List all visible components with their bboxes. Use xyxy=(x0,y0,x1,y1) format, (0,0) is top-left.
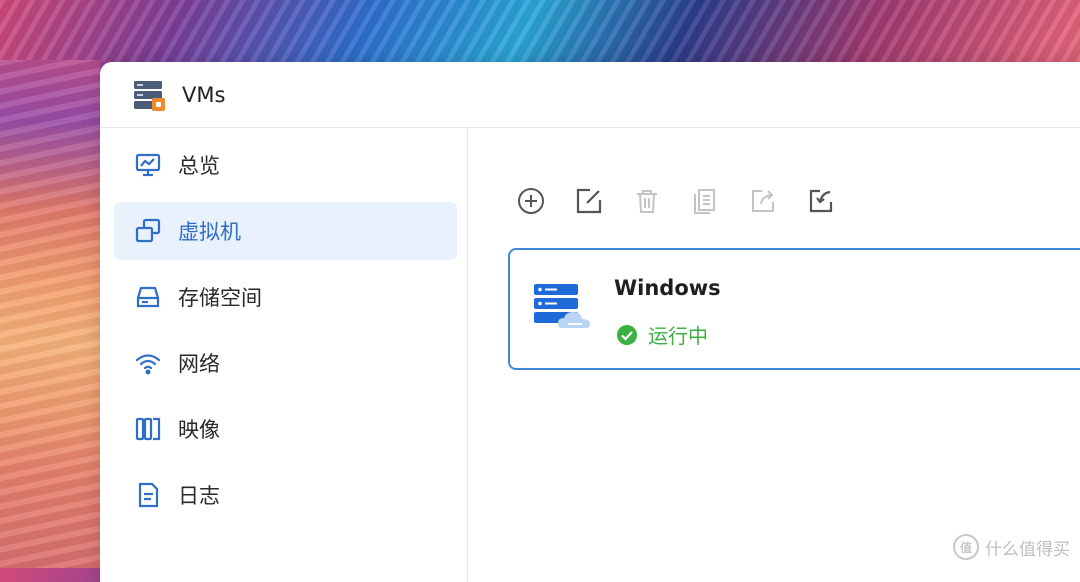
sidebar-item-label: 总览 xyxy=(178,154,220,178)
sidebar-item-label: 日志 xyxy=(178,484,220,508)
trash-icon xyxy=(637,190,657,213)
watermark-logo-icon: 值 xyxy=(953,534,979,560)
document-icon xyxy=(134,481,162,509)
add-circle-icon xyxy=(518,188,544,214)
add-vm-button[interactable] xyxy=(516,186,546,216)
wallpaper-left xyxy=(0,60,100,568)
vm-name: Windows xyxy=(614,276,721,300)
import-vm-button[interactable] xyxy=(806,186,836,216)
sidebar: 总览 虚拟机 存储空间 网络 映像 日志 xyxy=(100,128,468,582)
disk-drive-icon xyxy=(134,283,162,311)
import-icon xyxy=(809,189,833,213)
delete-vm-button[interactable] xyxy=(632,186,662,216)
check-circle-icon xyxy=(617,324,637,345)
sidebar-item-label: 存储空间 xyxy=(178,286,262,310)
sidebar-item-overview[interactable]: 总览 xyxy=(114,136,457,194)
wallpaper-top xyxy=(0,0,1080,62)
monitor-chart-icon xyxy=(134,151,162,179)
vm-status: 运行中 xyxy=(616,320,708,349)
vm-app-icon xyxy=(134,80,165,111)
status-text: 运行中 xyxy=(648,324,708,348)
watermark-text: 什么值得买 xyxy=(985,539,1070,560)
sidebar-item-label: 映像 xyxy=(178,418,220,442)
sidebar-item-label: 虚拟机 xyxy=(178,220,241,244)
image-layers-icon xyxy=(134,415,162,443)
toolbar xyxy=(516,186,864,216)
sidebar-item-network[interactable]: 网络 xyxy=(114,334,457,392)
sidebar-item-vms[interactable]: 虚拟机 xyxy=(114,202,457,260)
titlebar: VMs xyxy=(100,62,1080,128)
watermark: 值 什么值得买 xyxy=(953,534,1070,560)
export-icon xyxy=(752,190,774,212)
edit-icon xyxy=(576,188,602,214)
sidebar-item-storage[interactable]: 存储空间 xyxy=(114,268,457,326)
vms-app-window: VMs 总览 虚拟机 存储空间 网络 映像 日志 Windows 运行中 xyxy=(100,62,1080,582)
app-title: VMs xyxy=(182,82,226,107)
vm-card-windows[interactable]: Windows 运行中 xyxy=(508,248,1080,370)
vm-copy-icon xyxy=(134,217,162,245)
edit-vm-button[interactable] xyxy=(574,186,604,216)
clone-vm-button[interactable] xyxy=(690,186,720,216)
sidebar-item-logs[interactable]: 日志 xyxy=(114,466,457,524)
sidebar-item-label: 网络 xyxy=(178,352,220,376)
export-vm-button[interactable] xyxy=(748,186,778,216)
vm-server-cloud-icon xyxy=(534,284,590,328)
main-content: Windows 运行中 xyxy=(468,128,1080,582)
wifi-icon xyxy=(134,349,162,377)
sidebar-item-images[interactable]: 映像 xyxy=(114,400,457,458)
clone-icon xyxy=(694,189,715,214)
